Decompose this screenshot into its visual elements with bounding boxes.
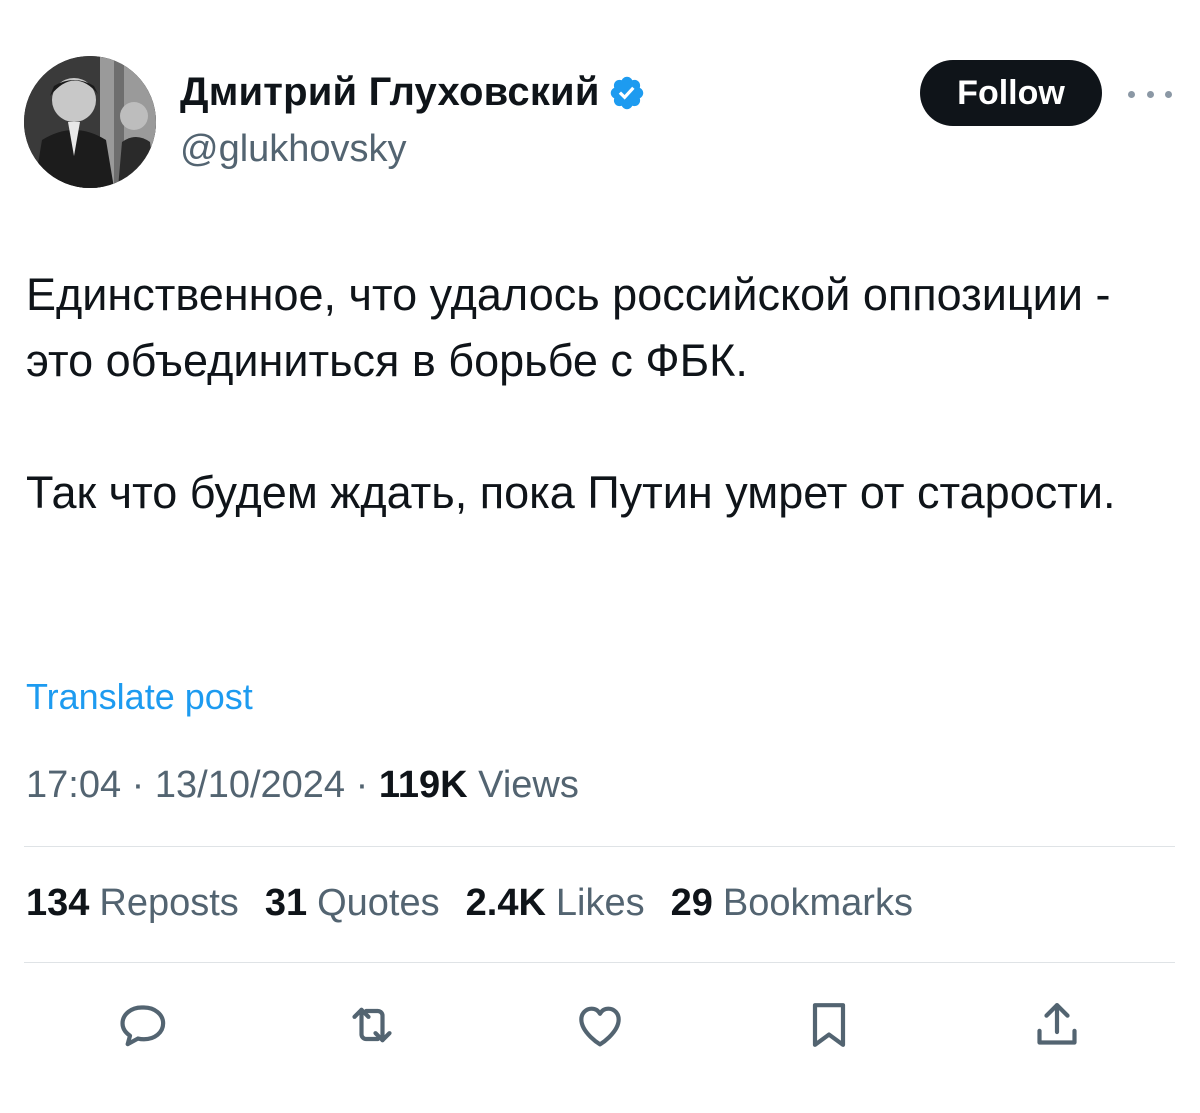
post-text: Единственное, что удалось российской опп…	[26, 262, 1176, 526]
divider	[24, 962, 1175, 963]
avatar-photo	[24, 56, 156, 188]
author-display-name-row[interactable]: Дмитрий Глуховский	[180, 70, 646, 115]
bookmarks-count: 29	[670, 882, 713, 924]
post-paragraph: Так что будем ждать, пока Путин умрет от…	[26, 467, 1116, 518]
post-date[interactable]: 13/10/2024	[155, 764, 345, 806]
reposts-count: 134	[26, 882, 90, 924]
meta-separator: ·	[355, 764, 369, 806]
like-button[interactable]	[570, 995, 630, 1055]
likes-label: Likes	[555, 882, 645, 924]
author-handle[interactable]: @glukhovsky	[180, 128, 407, 171]
more-options-icon[interactable]	[1128, 84, 1172, 104]
quotes-label: Quotes	[317, 882, 440, 924]
bookmarks-stat[interactable]: 29 Bookmarks	[671, 882, 913, 925]
more-dot	[1165, 90, 1172, 98]
more-dot	[1128, 90, 1135, 98]
reply-icon	[120, 1005, 166, 1047]
likes-count: 2.4K	[465, 882, 546, 924]
likes-stat[interactable]: 2.4K Likes	[466, 882, 645, 925]
action-bar	[0, 995, 1200, 1055]
divider	[24, 846, 1175, 847]
post-paragraph: Единственное, что удалось российской опп…	[26, 269, 1111, 386]
meta-separator: ·	[131, 764, 145, 806]
views-count: 119K	[378, 764, 468, 806]
more-dot	[1146, 90, 1154, 98]
reposts-stat[interactable]: 134 Reposts	[26, 882, 239, 925]
post-time[interactable]: 17:04	[26, 764, 121, 806]
like-icon	[579, 1006, 621, 1047]
translate-post-link[interactable]: Translate post	[26, 676, 253, 718]
reply-button[interactable]	[114, 995, 174, 1055]
post-meta: 17:04 · 13/10/2024 · 119K Views	[26, 764, 579, 807]
follow-button[interactable]: Follow	[920, 60, 1102, 126]
reposts-label: Reposts	[99, 882, 239, 924]
bookmark-icon	[812, 1003, 846, 1047]
bookmarks-label: Bookmarks	[722, 882, 913, 924]
verified-badge-icon	[610, 76, 643, 109]
bookmark-button[interactable]	[799, 995, 859, 1055]
share-button[interactable]	[1027, 995, 1087, 1055]
author-display-name[interactable]: Дмитрий Глуховский	[180, 70, 600, 115]
quotes-count: 31	[264, 882, 308, 924]
repost-icon	[352, 1007, 392, 1043]
engagement-stats: 134 Reposts 31 Quotes 2.4K Likes 29 Bookmark…	[26, 882, 913, 925]
repost-button[interactable]	[342, 995, 402, 1055]
avatar[interactable]	[24, 56, 156, 188]
quotes-stat[interactable]: 31 Quotes	[265, 882, 440, 925]
views-label: Views	[478, 764, 579, 806]
share-icon	[1037, 1003, 1077, 1045]
